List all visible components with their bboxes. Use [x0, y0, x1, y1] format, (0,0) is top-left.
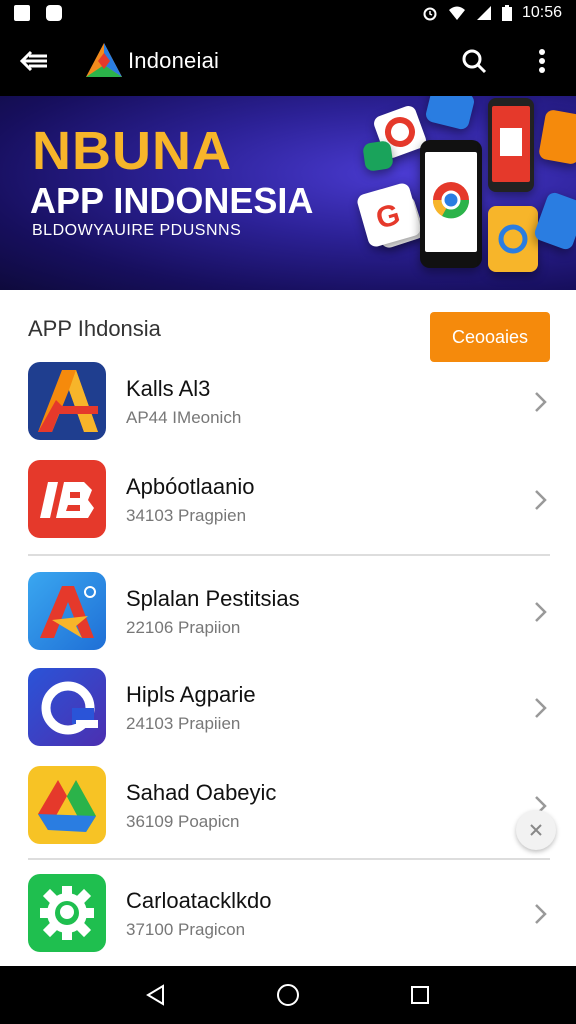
banner-title: NBUNA — [32, 121, 232, 181]
app-meta: 36109 Poapicn — [126, 812, 240, 831]
battery-icon — [501, 5, 512, 21]
app-name: Splalan Pestitsias — [126, 586, 300, 611]
app-name: Kalls Al3 — [126, 376, 211, 401]
triangle-a-icon — [28, 572, 106, 650]
app-meta: 34103 Pragpien — [126, 506, 247, 525]
status-bar: 10:56 — [0, 0, 576, 26]
banner-subtitle: APP INDONESIA — [30, 180, 314, 221]
banner-tile-blue-right — [532, 190, 576, 252]
status-time: 10:56 — [521, 4, 562, 21]
nav-recents-button[interactable] — [400, 975, 440, 1015]
app-meta: 37100 Pragicon — [126, 920, 246, 939]
drive-icon — [28, 766, 106, 844]
app-meta: 22106 Prapiion — [126, 618, 241, 637]
nav-home-button[interactable] — [268, 975, 308, 1015]
chevron-right-icon — [535, 392, 547, 412]
recents-square-icon — [411, 986, 429, 1004]
list-item[interactable]: Kalls Al3 AP44 IMeonich — [0, 362, 576, 458]
signal-icon — [476, 6, 491, 20]
navigation-bar — [0, 966, 576, 1024]
app-name: Apbóotlaanio — [126, 474, 255, 499]
banner-tile-green — [362, 140, 394, 172]
app-meta: AP44 IMeonich — [126, 408, 242, 427]
search-icon — [462, 49, 487, 74]
banner-phone-back — [488, 98, 534, 192]
categories-button[interactable]: Ceooaies — [430, 312, 550, 362]
list-item[interactable]: Sahad Oabeyic 36109 Poapicn — [0, 766, 576, 862]
at-icon — [28, 668, 106, 746]
search-button[interactable] — [440, 26, 508, 96]
chevron-right-icon — [535, 602, 547, 622]
wifi-icon — [448, 6, 465, 20]
notification-app-icon — [46, 5, 62, 21]
nav-back-button[interactable] — [136, 975, 176, 1015]
section-title: APP Ihdonsia — [28, 316, 161, 341]
chevron-right-icon — [535, 904, 547, 924]
list-item[interactable]: Splalan Pestitsias 22106 Prapiion — [0, 572, 576, 668]
arrow-a-icon — [28, 362, 106, 440]
divider — [28, 858, 550, 860]
app-bar: Indoneiai — [0, 26, 576, 96]
more-vert-icon — [539, 49, 545, 73]
more-options-button[interactable] — [508, 26, 576, 96]
close-icon — [530, 824, 542, 836]
section-header: APP Ihdonsia Ceooaies — [0, 290, 576, 362]
chevron-right-icon — [535, 490, 547, 510]
svg-text:G: G — [372, 198, 404, 236]
floating-action-button[interactable] — [516, 810, 556, 850]
app-title: Indoneiai — [128, 48, 220, 73]
banner-phone-main — [420, 140, 482, 268]
list-item[interactable]: Hipls Agparie 24103 Prapiien — [0, 668, 576, 764]
alarm-icon — [423, 7, 437, 21]
gear-icon — [28, 874, 106, 952]
back-button[interactable] — [0, 26, 68, 96]
triangle-back-icon — [146, 984, 164, 1006]
logo-icon — [86, 43, 122, 77]
home-circle-icon — [277, 984, 299, 1006]
banner-tile-orange-right — [537, 108, 576, 166]
banner-tagline: BLDOWYAUIRE PDUSNNS — [32, 222, 242, 239]
banner-tile-blue — [424, 96, 476, 131]
arrow-left-icon — [19, 50, 47, 72]
app-name: Carloatacklkdo — [126, 888, 272, 913]
notification-image-icon — [14, 5, 30, 21]
app-name: Hipls Agparie — [126, 682, 256, 707]
banner-tile-yellow — [488, 206, 538, 272]
divider — [28, 554, 550, 556]
list-item[interactable]: Apbóotlaanio 34103 Pragpien — [0, 460, 576, 556]
app-meta: 24103 Prapiien — [126, 714, 241, 733]
chevron-right-icon — [535, 698, 547, 718]
lb-icon — [28, 460, 106, 538]
list-item[interactable]: Carloatacklkdo 37100 Pragicon — [0, 874, 576, 970]
app-name: Sahad Oabeyic — [126, 780, 277, 805]
promo-banner[interactable]: NBUNA APP INDONESIA BLDOWYAUIRE PDUSNNS … — [0, 96, 576, 290]
